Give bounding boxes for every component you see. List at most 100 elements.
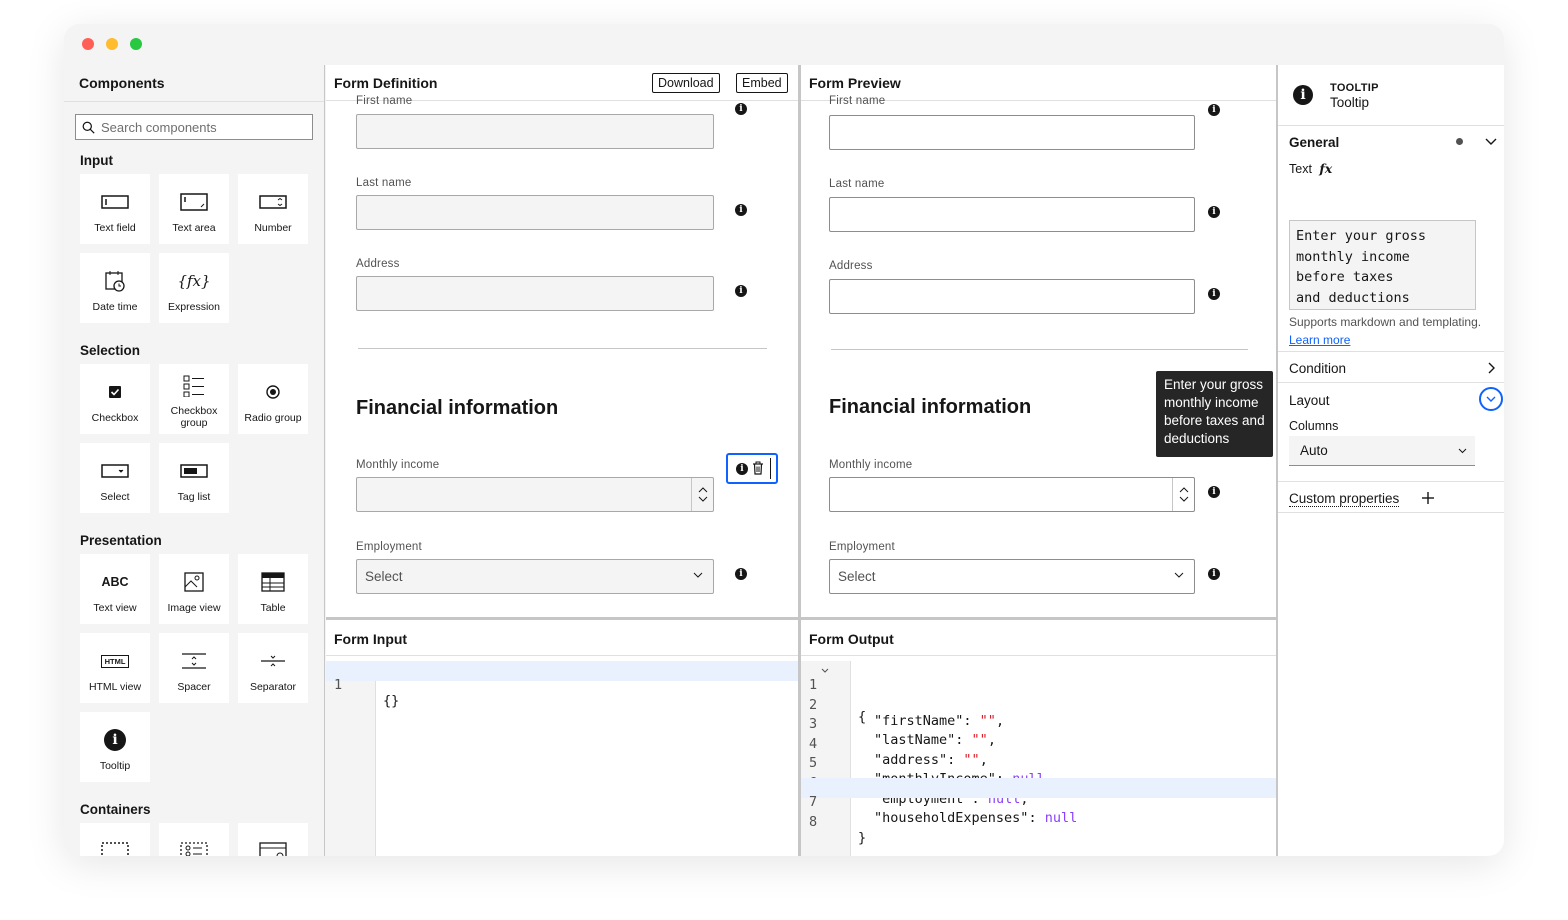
- component-checkbox[interactable]: Checkbox: [80, 364, 150, 434]
- info-icon: i: [1293, 85, 1313, 105]
- monthly-income-field[interactable]: [356, 477, 714, 512]
- component-dynamic-list[interactable]: [159, 823, 229, 856]
- close-window-button[interactable]: [82, 38, 94, 50]
- employment-select[interactable]: Select: [829, 559, 1195, 594]
- code-line: 6 "employment": null,: [801, 759, 1276, 807]
- employment-select[interactable]: Select: [356, 559, 714, 594]
- chevron-down-icon[interactable]: [698, 496, 708, 502]
- info-icon[interactable]: i: [735, 204, 747, 216]
- search-icon: [82, 121, 95, 134]
- component-html-view[interactable]: HTML HTML view: [80, 633, 150, 703]
- code-line: 1 {: [801, 661, 1276, 725]
- tile-label: Checkbox: [91, 412, 139, 424]
- info-icon[interactable]: i: [1208, 568, 1220, 580]
- component-spacer[interactable]: Spacer: [159, 633, 229, 703]
- separator-line[interactable]: [358, 348, 767, 349]
- address-input[interactable]: [829, 279, 1195, 314]
- monthly-income-input[interactable]: [829, 477, 1195, 512]
- info-icon[interactable]: i: [735, 285, 747, 297]
- number-stepper[interactable]: [1172, 478, 1194, 511]
- component-radio-group[interactable]: Radio group: [238, 364, 308, 434]
- chevron-down-icon[interactable]: [1485, 138, 1497, 146]
- info-icon[interactable]: i: [735, 103, 747, 115]
- custom-properties-label[interactable]: Custom properties: [1289, 491, 1400, 507]
- form-output-editor[interactable]: 1 { 2 "firstName": "", 3 "lastName": "",…: [801, 661, 1276, 856]
- address-field[interactable]: [356, 276, 714, 311]
- component-text-view[interactable]: ABC Text view: [80, 554, 150, 624]
- info-icon[interactable]: i: [735, 568, 747, 580]
- columns-select[interactable]: Auto: [1289, 436, 1475, 466]
- tile-label: Text area: [172, 222, 216, 234]
- info-icon: i: [100, 728, 130, 752]
- form-preview-title: Form Preview: [809, 75, 901, 91]
- layout-group-title[interactable]: Layout: [1289, 393, 1330, 408]
- tile-label: Checkbox group: [170, 405, 218, 429]
- info-icon[interactable]: i: [1208, 288, 1220, 300]
- code-line[interactable]: 1 {}: [326, 661, 798, 709]
- search-field[interactable]: [75, 114, 313, 140]
- info-icon[interactable]: i: [736, 463, 748, 475]
- code-line: 4 "address": "",: [809, 735, 988, 768]
- component-text-field[interactable]: Text field: [80, 174, 150, 244]
- chevron-right-icon[interactable]: [1488, 362, 1496, 374]
- fx-icon[interactable]: fx: [1319, 161, 1332, 176]
- component-group-container[interactable]: [80, 823, 150, 856]
- image-icon: [179, 570, 209, 594]
- select-value: Select: [365, 569, 403, 584]
- learn-more-link[interactable]: Learn more: [1289, 333, 1350, 347]
- tile-label: Radio group: [244, 412, 302, 424]
- employment-label: Employment: [829, 541, 895, 553]
- last-name-input[interactable]: [829, 197, 1195, 232]
- tile-label: HTML view: [88, 681, 142, 693]
- chevron-up-icon[interactable]: [698, 487, 708, 493]
- text-editor[interactable]: Enter your gross monthly income before t…: [1289, 220, 1476, 310]
- component-select[interactable]: Select: [80, 443, 150, 513]
- info-icon[interactable]: i: [1208, 206, 1220, 218]
- chevron-up-icon[interactable]: [1179, 487, 1189, 493]
- tile-label: Tag list: [177, 491, 211, 503]
- tile-label: Separator: [249, 681, 297, 693]
- tile-label: Image view: [167, 602, 221, 614]
- html-icon: HTML: [100, 649, 130, 673]
- download-button[interactable]: Download: [652, 73, 720, 93]
- code-text: {}: [383, 693, 400, 709]
- component-tag-list[interactable]: Tag list: [159, 443, 229, 513]
- section-title[interactable]: Financial information: [356, 397, 558, 420]
- embed-button[interactable]: Embed: [736, 73, 788, 93]
- component-expression[interactable]: {𝑓x} Expression: [159, 253, 229, 323]
- code-line: 5 "monthlyIncome": null,: [801, 739, 1276, 787]
- component-table[interactable]: Table: [238, 554, 308, 624]
- condition-group-title[interactable]: Condition: [1289, 361, 1346, 376]
- dynamic-list-icon: [179, 839, 209, 856]
- tile-label: Spacer: [177, 681, 211, 693]
- minimize-window-button[interactable]: [106, 38, 118, 50]
- category-selection: Selection: [80, 343, 141, 358]
- component-date-time[interactable]: Date time: [80, 253, 150, 323]
- component-number[interactable]: Number: [238, 174, 308, 244]
- component-separator[interactable]: Separator: [238, 633, 308, 703]
- text-label-text: Text: [1289, 162, 1312, 176]
- info-icon[interactable]: i: [1208, 104, 1220, 116]
- first-name-input[interactable]: [829, 115, 1195, 150]
- info-icon[interactable]: i: [1208, 486, 1220, 498]
- fold-chevron-icon[interactable]: [821, 668, 829, 673]
- tag-list-icon: [179, 459, 209, 483]
- add-icon[interactable]: [1422, 492, 1434, 504]
- chevron-down-icon[interactable]: [1179, 496, 1189, 502]
- address-label: Address: [829, 260, 873, 272]
- first-name-field[interactable]: [356, 114, 714, 149]
- general-group-title[interactable]: General: [1289, 135, 1339, 150]
- component-text-area[interactable]: Text area: [159, 174, 229, 244]
- number-stepper[interactable]: [691, 478, 713, 511]
- trash-icon[interactable]: [752, 461, 764, 475]
- collapse-layout-button[interactable]: [1479, 387, 1503, 411]
- form-input-editor[interactable]: 1 {}: [326, 661, 798, 856]
- last-name-field[interactable]: [356, 195, 714, 230]
- component-image-view[interactable]: Image view: [159, 554, 229, 624]
- selected-tooltip-toolbar[interactable]: i: [726, 453, 778, 484]
- maximize-window-button[interactable]: [130, 38, 142, 50]
- search-input[interactable]: [101, 119, 301, 135]
- component-tooltip[interactable]: i Tooltip: [80, 712, 150, 782]
- component-iframe[interactable]: [238, 823, 308, 856]
- component-checkbox-group[interactable]: Checkbox group: [159, 364, 229, 434]
